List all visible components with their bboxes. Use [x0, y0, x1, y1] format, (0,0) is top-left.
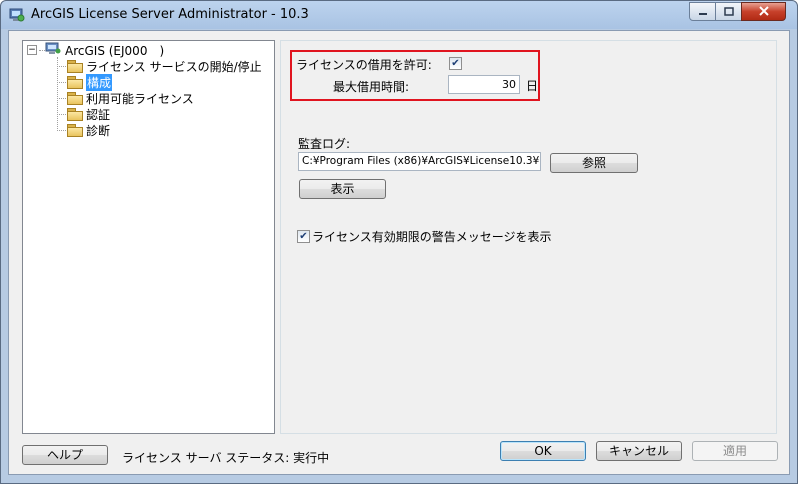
minimize-button[interactable]	[689, 2, 716, 21]
allow-borrow-label: ライセンスの借用を許可:	[296, 58, 432, 72]
window-title: ArcGIS License Server Administrator - 10…	[31, 7, 309, 22]
help-button[interactable]: ヘルプ	[22, 445, 108, 465]
tree-item-label: ライセンス サービスの開始/停止	[86, 59, 262, 74]
cancel-button[interactable]: キャンセル	[596, 441, 682, 461]
maximize-icon	[723, 5, 734, 19]
minimize-icon	[698, 5, 708, 19]
folder-icon	[67, 92, 83, 105]
max-borrow-label: 最大借用時間:	[333, 80, 410, 94]
expiry-warning-checkbox[interactable]: ✔	[297, 230, 310, 243]
tree-item-label: 構成	[86, 73, 113, 91]
title-bar[interactable]: ArcGIS License Server Administrator - 10…	[1, 1, 797, 29]
tree-connector	[57, 82, 66, 83]
maximize-button[interactable]	[715, 2, 742, 21]
tree-connector	[57, 114, 66, 115]
tree-item-authorization[interactable]: 認証	[67, 106, 110, 122]
close-icon	[758, 5, 770, 19]
max-borrow-unit: 日	[526, 79, 539, 93]
tree-item-label: 認証	[86, 107, 111, 122]
folder-icon	[67, 60, 83, 73]
tree-root-label: ArcGIS (EJ000 )	[65, 43, 165, 58]
audit-log-label: 監査ログ:	[298, 137, 351, 151]
tree-item-label: 診断	[86, 123, 111, 138]
ok-button[interactable]: OK	[500, 441, 586, 461]
tree-root[interactable]: ArcGIS (EJ000 )	[45, 42, 164, 58]
collapse-toggle[interactable]: −	[27, 45, 37, 55]
audit-log-path-field[interactable]: C:¥Program Files (x86)¥ArcGIS¥License10.…	[298, 152, 541, 171]
navigation-tree[interactable]: − ArcGIS (EJ000 ) ライセンス サービスの開始/停止 構成 利用…	[22, 40, 275, 434]
tree-connector	[57, 66, 66, 67]
max-borrow-input[interactable]: 30	[448, 75, 520, 94]
folder-icon	[67, 124, 83, 137]
apply-button[interactable]: 適用	[692, 441, 778, 461]
open-folder-icon	[67, 76, 83, 89]
allow-borrow-checkbox[interactable]: ✔	[449, 57, 462, 70]
tree-item-diagnostics[interactable]: 診断	[67, 122, 110, 138]
folder-icon	[67, 108, 83, 121]
expiry-warning-label: ライセンス有効期限の警告メッセージを表示	[312, 230, 552, 244]
tree-connector	[57, 57, 58, 131]
close-button[interactable]	[741, 2, 786, 21]
tree-item-configuration[interactable]: 構成	[67, 73, 113, 91]
show-button[interactable]: 表示	[299, 179, 386, 199]
arcgis-license-icon	[9, 7, 25, 23]
computer-icon	[45, 42, 61, 59]
tree-item-label: 利用可能ライセンス	[86, 91, 194, 106]
tree-item-available-licenses[interactable]: 利用可能ライセンス	[67, 90, 194, 106]
dialog-body: − ArcGIS (EJ000 ) ライセンス サービスの開始/停止 構成 利用…	[8, 30, 790, 475]
app-window: ArcGIS License Server Administrator - 10…	[0, 0, 798, 484]
tree-connector	[57, 98, 66, 99]
browse-button[interactable]: 参照	[550, 153, 638, 173]
tree-item-license-service[interactable]: ライセンス サービスの開始/停止	[67, 58, 262, 74]
tree-connector	[57, 130, 66, 131]
server-status-text: ライセンス サーバ ステータス: 実行中	[122, 451, 330, 465]
